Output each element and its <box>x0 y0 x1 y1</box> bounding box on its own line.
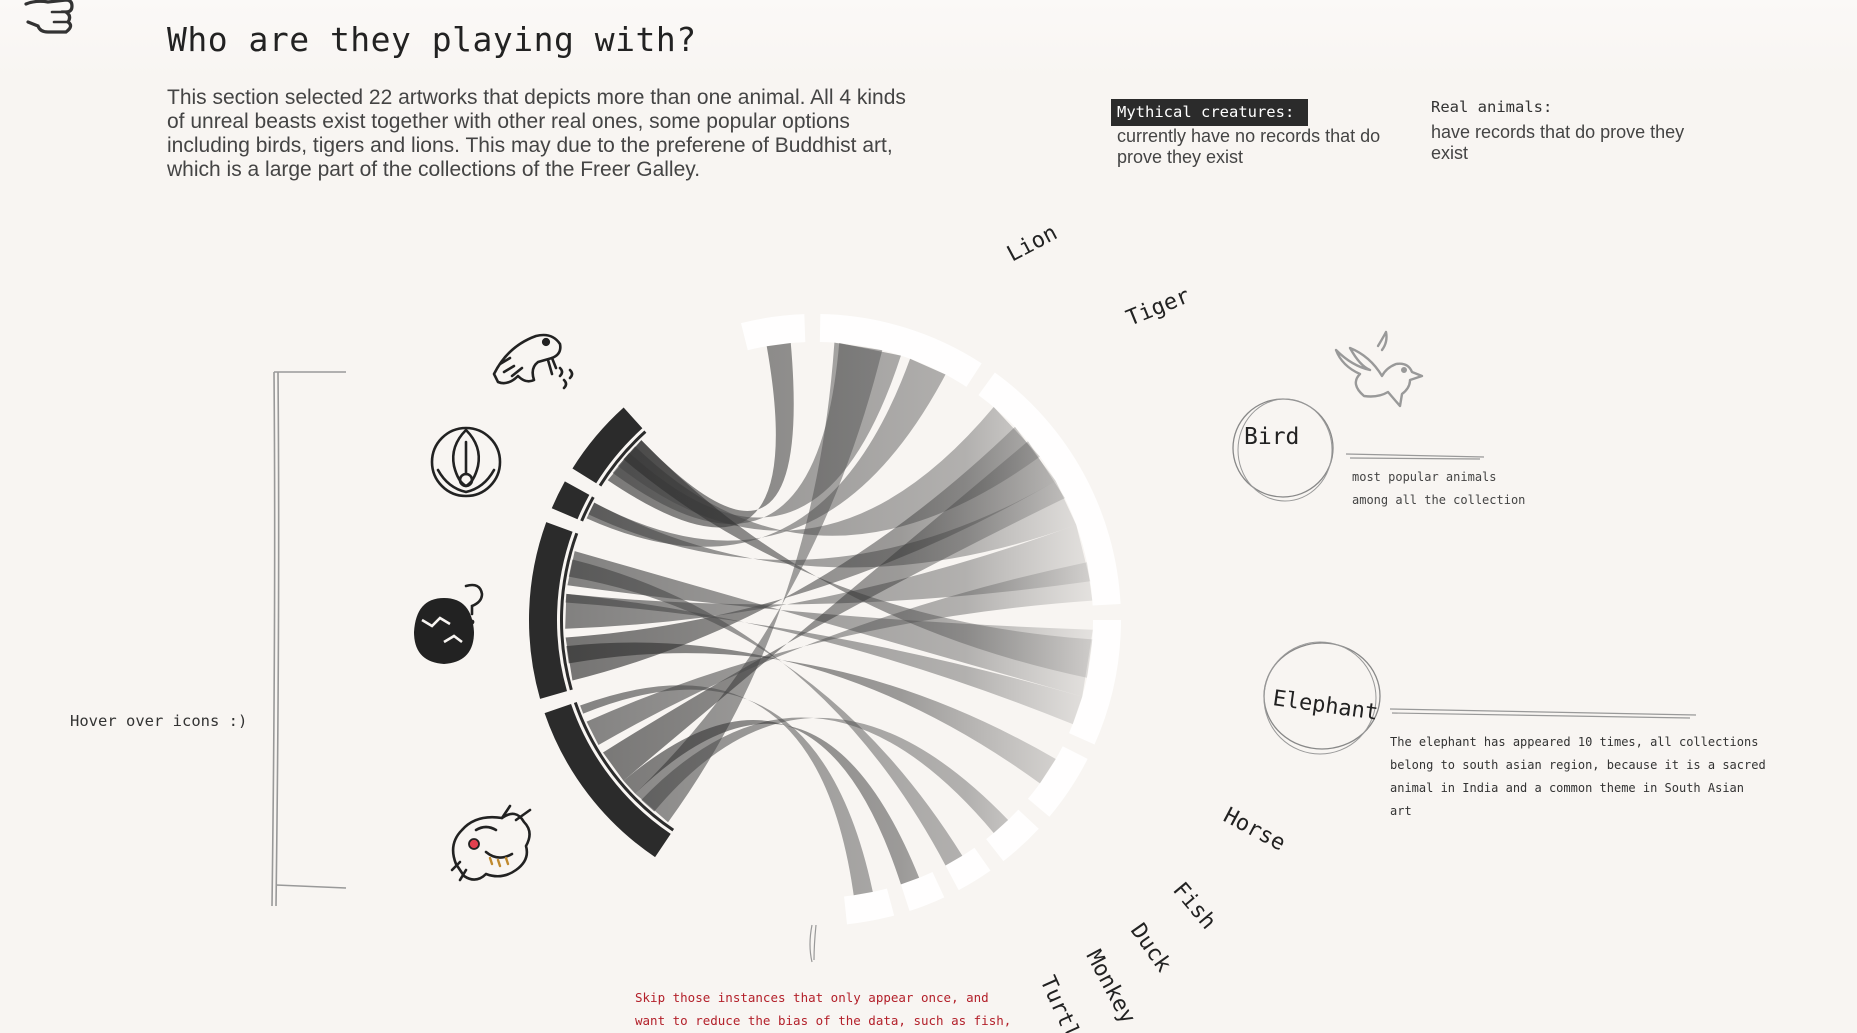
dragon-icon[interactable] <box>450 804 532 882</box>
arc-turtle[interactable] <box>844 888 895 925</box>
bird-note-line1: most popular animals <box>1352 470 1497 484</box>
elephant-note-line1: The elephant has appeared 10 times, all … <box>1390 735 1758 749</box>
bird-note-line2: among all the collection <box>1352 493 1525 507</box>
elephant-note-line3: animal in India and a common theme in So… <box>1390 781 1744 795</box>
label-lion: Lion <box>1003 220 1062 267</box>
arc-lion[interactable] <box>740 314 806 351</box>
label-monkey: Monkey <box>1081 946 1140 1028</box>
label-fish: Fish <box>1167 878 1220 935</box>
elephant-annotation: Elephant The elephant has appeared 10 ti… <box>1263 641 1766 818</box>
chord-diagram: Lion Tiger Horse Fish Duck Monkey Turtle… <box>271 220 1766 1033</box>
snake-icon[interactable] <box>492 333 574 390</box>
red-note-line1: Skip those instances that only appear on… <box>635 990 989 1005</box>
label-turtle: Turtle <box>1035 972 1090 1033</box>
phoenix-icon[interactable] <box>430 426 502 498</box>
squiggle-mark <box>809 924 817 963</box>
label-tiger: Tiger <box>1123 284 1194 332</box>
bird-circle-label: Bird <box>1244 424 1299 450</box>
label-horse: Horse <box>1219 803 1289 856</box>
left-bracket <box>271 371 347 907</box>
elephant-circle-label: Elephant <box>1271 686 1379 726</box>
red-note-line2: want to reduce the bias of the data, suc… <box>635 1013 1011 1028</box>
chord-ribbons <box>565 342 1093 896</box>
label-duck: Duck <box>1125 919 1176 977</box>
elephant-note-line2: belong to south asian region, because it… <box>1390 758 1766 772</box>
elephant-note-line4: art <box>1390 804 1412 818</box>
mystery-egg-icon[interactable] <box>414 583 484 664</box>
dove-icon[interactable] <box>1334 330 1424 408</box>
bird-annotation: Bird most popular animals among all the … <box>1232 398 1525 507</box>
